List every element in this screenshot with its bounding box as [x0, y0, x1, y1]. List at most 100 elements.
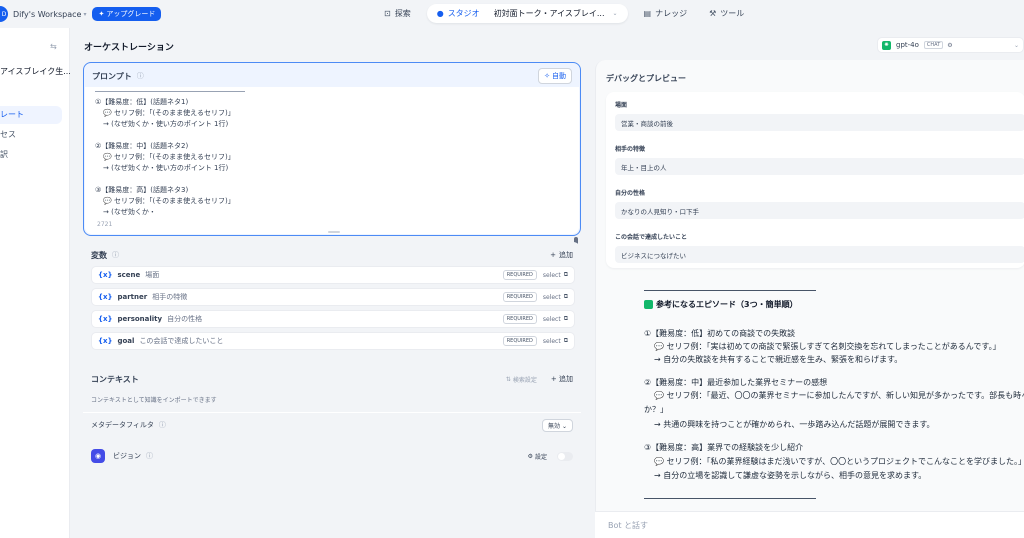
- variable-row-scene[interactable]: {x} scene 場面 REQUIRED select ⧉: [91, 266, 575, 284]
- answer-line: → 自分の立場を認識して謙虚な姿勢を示しながら、相手の意見を求めます。: [654, 471, 927, 480]
- vision-title: ビジョン: [113, 452, 141, 460]
- upgrade-button[interactable]: ✦ アップグレード: [92, 7, 162, 21]
- help-icon[interactable]: ⓘ: [112, 250, 119, 260]
- required-badge: REQUIRED: [502, 292, 537, 302]
- input-value: 年上・目上の人: [621, 163, 667, 172]
- plus-icon: +: [550, 251, 556, 259]
- gear-icon: ⚙: [527, 452, 533, 460]
- input-value: かなりの人見知り・口下手: [621, 207, 699, 216]
- episode-heading: 参考になるエピソード（3つ・簡単順）: [644, 299, 798, 310]
- variables-panel: 変数 ⓘ + 追加 {x} scene 場面 REQUIRED select ⧉…: [83, 242, 581, 356]
- nav-knowledge-label: ナレッジ: [655, 9, 688, 18]
- input-scene[interactable]: 営業・商談の前後: [615, 114, 1024, 131]
- prompt-line: ②【難易度：中】(話題ネタ2): [95, 142, 189, 150]
- sidebar-app-title[interactable]: アイスブレイク生...: [0, 66, 71, 77]
- auto-generate-button[interactable]: ✧ 自動: [538, 68, 572, 84]
- input-value: 営業・商談の前後: [621, 119, 673, 128]
- variable-row-partner[interactable]: {x} partner 相手の特徴 REQUIRED select ⧉: [91, 288, 575, 306]
- chevron-down-icon: ▾: [83, 10, 87, 18]
- select-type-icon: ⧉: [563, 315, 568, 322]
- prompt-line: [95, 174, 567, 185]
- debug-inputs-card: 場面 営業・商談の前後 相手の特徴 年上・目上の人 自分の性格 かなりの人見知り…: [606, 92, 1024, 268]
- model-selector[interactable]: ✺ gpt-4o CHAT ⚙ ⌄: [877, 37, 1024, 53]
- model-name: gpt-4o: [896, 41, 919, 49]
- workspace-logo-icon: D: [0, 6, 8, 22]
- settings-sliders-icon: ⇅: [505, 375, 511, 383]
- divider: [83, 412, 581, 413]
- variable-icon: {x}: [98, 337, 113, 345]
- prompt-line: 💬 セリフ例：「(そのまま使えるセリフ)」: [103, 109, 235, 117]
- help-icon[interactable]: ⓘ: [159, 420, 166, 430]
- variable-label: 相手の特徴: [152, 293, 188, 301]
- prompt-line: ③【難易度：高】(話題ネタ3): [95, 186, 189, 194]
- input-label: この会話で達成したいこと: [615, 234, 688, 241]
- chat-placeholder: Bot と話す: [608, 520, 649, 530]
- variable-type: select: [542, 271, 561, 279]
- answer-divider: [644, 290, 816, 291]
- vision-setting-label: 設定: [534, 453, 547, 461]
- model-mode-badge: CHAT: [923, 41, 944, 49]
- chevron-down-icon: ⌄: [1013, 41, 1019, 49]
- nav-explore[interactable]: ⊡ 探索: [378, 4, 417, 23]
- chat-input[interactable]: Bot と話す: [595, 511, 1024, 538]
- resize-handle[interactable]: [328, 231, 340, 233]
- help-icon[interactable]: ⓘ: [137, 71, 144, 81]
- prompt-line: [95, 130, 567, 141]
- app-sidebar: ⇆ アイスブレイク生... レート セス 訳: [0, 28, 71, 538]
- auto-generate-label: 自動: [552, 72, 566, 80]
- answer-line: か？」: [644, 405, 668, 414]
- variable-key: scene: [117, 271, 141, 279]
- answer-line: ①【難易度：低】初めての商談での失敗談: [644, 329, 796, 338]
- prompt-header: プロンプト ⓘ ✧ 自動: [84, 63, 580, 89]
- page-title: オーケストレーション: [84, 43, 174, 53]
- variable-label: 場面: [145, 271, 160, 279]
- vision-settings-button[interactable]: ⚙ 設定: [528, 452, 547, 461]
- add-context-button[interactable]: + 追加: [551, 374, 573, 384]
- input-personality[interactable]: かなりの人見知り・口下手: [615, 202, 1024, 219]
- nav-knowledge[interactable]: ▤ ナレッジ: [638, 4, 694, 23]
- prompt-panel: プロンプト ⓘ ✧ 自動 ①【難易度：低】(話題ネタ1) 💬 セリフ例：「(その…: [83, 62, 581, 247]
- variable-key: goal: [117, 337, 135, 345]
- variable-icon: {x}: [98, 293, 113, 301]
- vision-toggle[interactable]: [557, 451, 573, 461]
- workspace-switcher[interactable]: D Dify's Workspace ▾ ✦ アップグレード: [0, 6, 162, 22]
- retrieval-setting-label: 検索設定: [512, 376, 537, 384]
- metadata-filter-value: 無効: [548, 422, 561, 430]
- add-variable-label: 追加: [559, 251, 573, 259]
- sidebar-item-orchestrate[interactable]: レート: [0, 106, 62, 124]
- input-value: ビジネスにつなげたい: [621, 251, 686, 260]
- select-type-icon: ⧉: [563, 337, 568, 344]
- input-label: 相手の特徴: [615, 146, 646, 153]
- variable-row-goal[interactable]: {x} goal この会話で達成したいこと REQUIRED select ⧉: [91, 332, 575, 350]
- sidebar-item-access[interactable]: セス: [0, 126, 62, 144]
- input-label: 自分の性格: [615, 190, 646, 197]
- variable-type: select: [542, 337, 561, 345]
- context-panel: コンテキスト ⇅ 検索設定 + 追加 コンテキストとして知識をインポートできます…: [83, 366, 581, 438]
- nav-studio-label: スタジオ: [447, 9, 480, 18]
- episode-title: 参考になるエピソード（3つ・簡単順）: [656, 300, 798, 309]
- add-context-label: 追加: [559, 375, 573, 383]
- variable-row-personality[interactable]: {x} personality 自分の性格 REQUIRED select ⧉: [91, 310, 575, 328]
- variable-type: select: [542, 315, 561, 323]
- help-icon[interactable]: ⓘ: [146, 451, 153, 461]
- prompt-editor[interactable]: ①【難易度：低】(話題ネタ1) 💬 セリフ例：「(そのまま使えるセリフ)」 → …: [85, 87, 579, 234]
- retrieval-setting-button[interactable]: ⇅ 検索設定: [506, 375, 537, 384]
- answer-divider: [644, 498, 816, 499]
- compass-icon: ⊡: [384, 9, 391, 18]
- collapse-sidebar-icon[interactable]: ⇆: [50, 42, 57, 51]
- model-settings-icon[interactable]: ⚙: [947, 42, 952, 49]
- input-goal[interactable]: ビジネスにつなげたい: [615, 246, 1024, 263]
- nav-tools[interactable]: ⚒ ツール: [703, 4, 750, 23]
- main-nav: ⊡ 探索 ● スタジオ 初対面トーク・アイスブレイ... ⌄ ▤ ナレッジ ⚒ …: [378, 4, 750, 23]
- sidebar-item-annotation[interactable]: 訳: [0, 146, 62, 164]
- prompt-title: プロンプト: [92, 71, 132, 81]
- input-partner[interactable]: 年上・目上の人: [615, 158, 1024, 175]
- answer-line: 💬 セリフ例：「実は初めての商談で緊張しすぎて名刺交換を忘れてしまったことがある…: [654, 342, 1001, 351]
- answer-line: → 自分の失敗談を共有することで親近感を生み、緊張を和らげます。: [654, 355, 903, 364]
- input-label: 場面: [615, 102, 628, 109]
- current-app-name[interactable]: 初対面トーク・アイスブレイ...: [494, 8, 605, 19]
- add-variable-button[interactable]: + 追加: [550, 250, 573, 260]
- top-bar: D Dify's Workspace ▾ ✦ アップグレード ⊡ 探索 ● スタ…: [0, 0, 1024, 28]
- metadata-filter-select[interactable]: 無効 ⌄: [542, 418, 573, 432]
- nav-studio[interactable]: ● スタジオ 初対面トーク・アイスブレイ... ⌄: [426, 4, 628, 23]
